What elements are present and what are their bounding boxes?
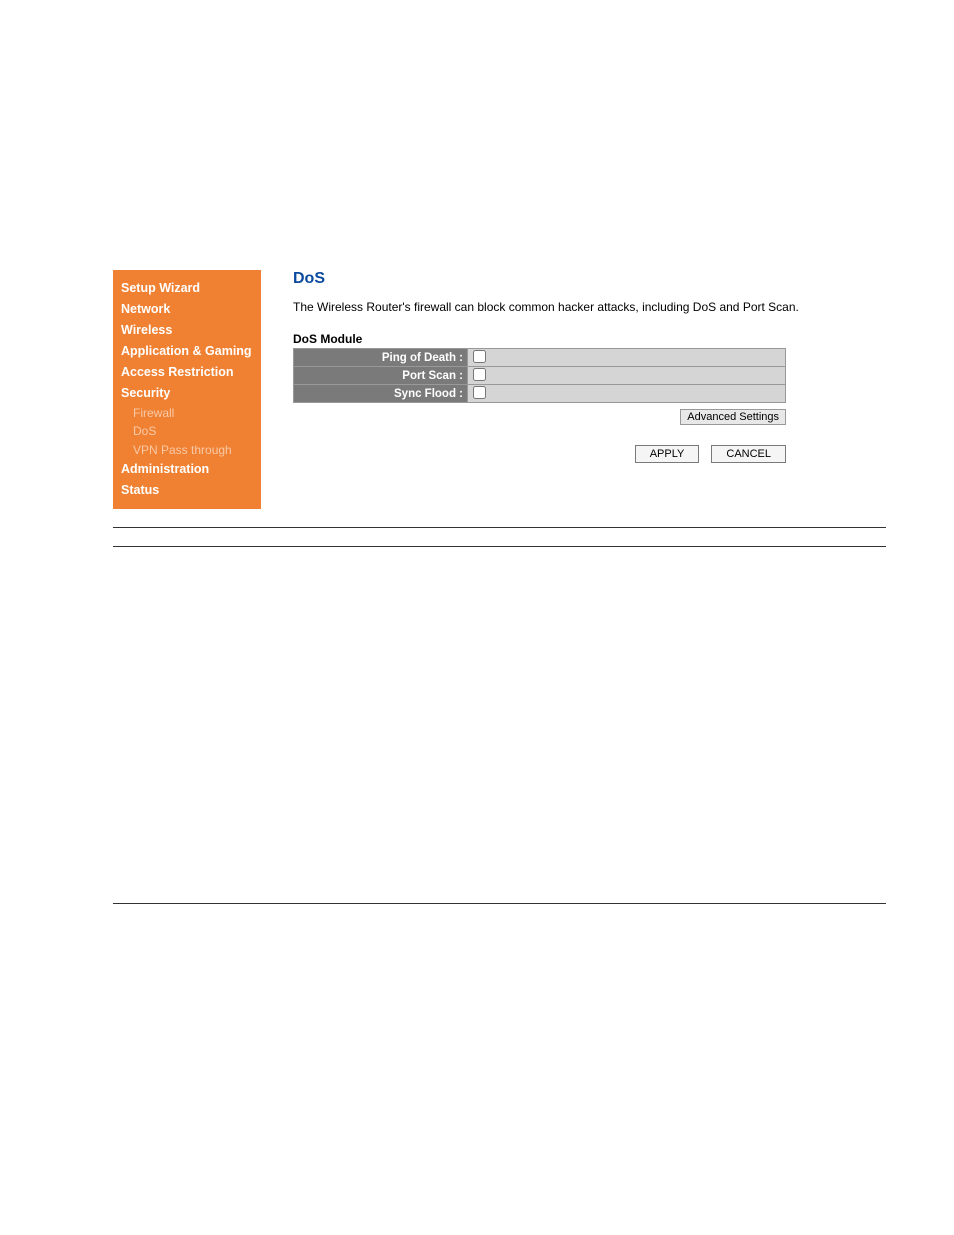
row-label-sync-flood: Sync Flood : xyxy=(294,385,468,403)
sidebar-item-network[interactable]: Network xyxy=(113,299,261,320)
sidebar-item-setup-wizard[interactable]: Setup Wizard xyxy=(113,278,261,299)
sidebar-item-application-gaming[interactable]: Application & Gaming xyxy=(113,341,261,362)
table-row: Port Scan : xyxy=(294,367,786,385)
sidebar: Setup Wizard Network Wireless Applicatio… xyxy=(113,270,261,509)
page-title: DoS xyxy=(293,270,886,288)
section-title: DoS Module xyxy=(293,332,886,346)
sidebar-item-status[interactable]: Status xyxy=(113,480,261,501)
advanced-settings-button[interactable]: Advanced Settings xyxy=(680,409,786,425)
apply-button[interactable]: APPLY xyxy=(635,445,700,463)
page-description: The Wireless Router's firewall can block… xyxy=(293,300,886,314)
sync-flood-checkbox[interactable] xyxy=(473,386,486,399)
cancel-button[interactable]: CANCEL xyxy=(711,445,786,463)
sidebar-item-access-restriction[interactable]: Access Restriction xyxy=(113,362,261,383)
sidebar-sub-vpn-passthrough[interactable]: VPN Pass through xyxy=(113,441,261,459)
sidebar-item-administration[interactable]: Administration xyxy=(113,459,261,480)
sidebar-item-security[interactable]: Security xyxy=(113,383,261,404)
port-scan-checkbox[interactable] xyxy=(473,368,486,381)
ping-of-death-checkbox[interactable] xyxy=(473,350,486,363)
row-label-ping-of-death: Ping of Death : xyxy=(294,349,468,367)
dos-module-table: Ping of Death : Port Scan : Sync Flood : xyxy=(293,348,786,403)
table-row: Ping of Death : xyxy=(294,349,786,367)
row-label-port-scan: Port Scan : xyxy=(294,367,468,385)
table-row: Sync Flood : xyxy=(294,385,786,403)
sidebar-sub-dos[interactable]: DoS xyxy=(113,422,261,440)
main-content: DoS The Wireless Router's firewall can b… xyxy=(293,270,886,463)
divider xyxy=(113,903,886,904)
sidebar-sub-firewall[interactable]: Firewall xyxy=(113,404,261,422)
divider xyxy=(113,527,886,528)
sidebar-item-wireless[interactable]: Wireless xyxy=(113,320,261,341)
divider xyxy=(113,546,886,547)
